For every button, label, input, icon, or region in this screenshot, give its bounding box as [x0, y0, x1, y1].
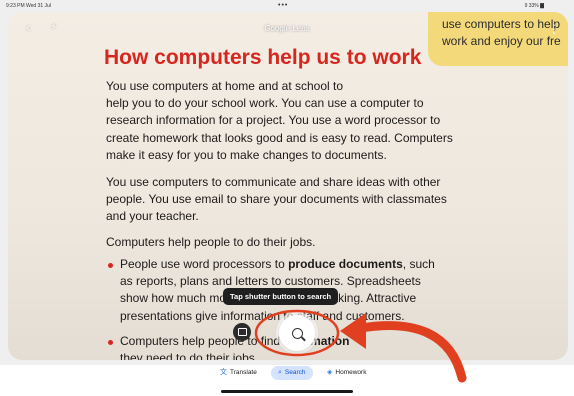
tab-homework-label: Homework — [335, 369, 367, 376]
page-heading: How computers help us to work — [104, 46, 422, 69]
camera-viewfinder: 9:23 PM Wed 31 Jul ••• 9 33% ▇ use compu… — [0, 0, 574, 365]
bullet-marker — [108, 263, 113, 268]
status-bar: 9:23 PM Wed 31 Jul ••• 9 33% ▇ — [0, 0, 574, 12]
camera-preview: use computers to help work and enjoy our… — [8, 12, 568, 360]
paragraph-1: You use computers at home and at school … — [106, 79, 453, 162]
more-vert-icon[interactable]: ⋮ — [548, 22, 560, 36]
tab-translate[interactable]: 文 Translate — [213, 366, 264, 380]
search-icon — [291, 327, 303, 339]
tab-homework[interactable]: ◈ Homework — [320, 366, 373, 380]
app-title: Google Lens — [264, 24, 310, 33]
homework-icon: ◈ — [327, 369, 333, 376]
bullet1-bold: produce documents — [288, 257, 403, 271]
shutter-button[interactable] — [279, 315, 315, 351]
bullet2-rest: they need to do their jobs. — [120, 351, 259, 360]
translate-icon: 文 — [220, 369, 227, 376]
paragraph-2: You use computers to communicate and sha… — [106, 175, 447, 224]
shutter-tooltip: Tap shutter button to search — [223, 288, 339, 305]
bullet1-text: People use word processors to — [120, 257, 289, 271]
home-indicator[interactable] — [221, 390, 353, 393]
battery-indicator: 9 33% ▇ — [524, 3, 544, 9]
bullet2-text: Computers help people to find — [120, 334, 284, 348]
tab-search-label: Search — [284, 369, 306, 376]
bullet-marker — [108, 340, 113, 345]
image-icon — [237, 328, 247, 336]
mode-tabs: 文 Translate ⌕ Search ◈ Homework — [0, 366, 574, 386]
tab-search[interactable]: ⌕ Search — [271, 366, 313, 380]
ribbon-text: use computers to help work and enjoy our… — [442, 17, 561, 48]
status-time: 9:23 PM Wed 31 Jul — [6, 3, 51, 9]
multitask-dots-icon[interactable]: ••• — [278, 2, 288, 9]
paragraph-3: Computers help people to do their jobs. — [106, 235, 316, 249]
search-icon: ⌕ — [278, 369, 282, 376]
gallery-button[interactable] — [233, 323, 251, 341]
tab-translate-label: Translate — [230, 369, 257, 376]
